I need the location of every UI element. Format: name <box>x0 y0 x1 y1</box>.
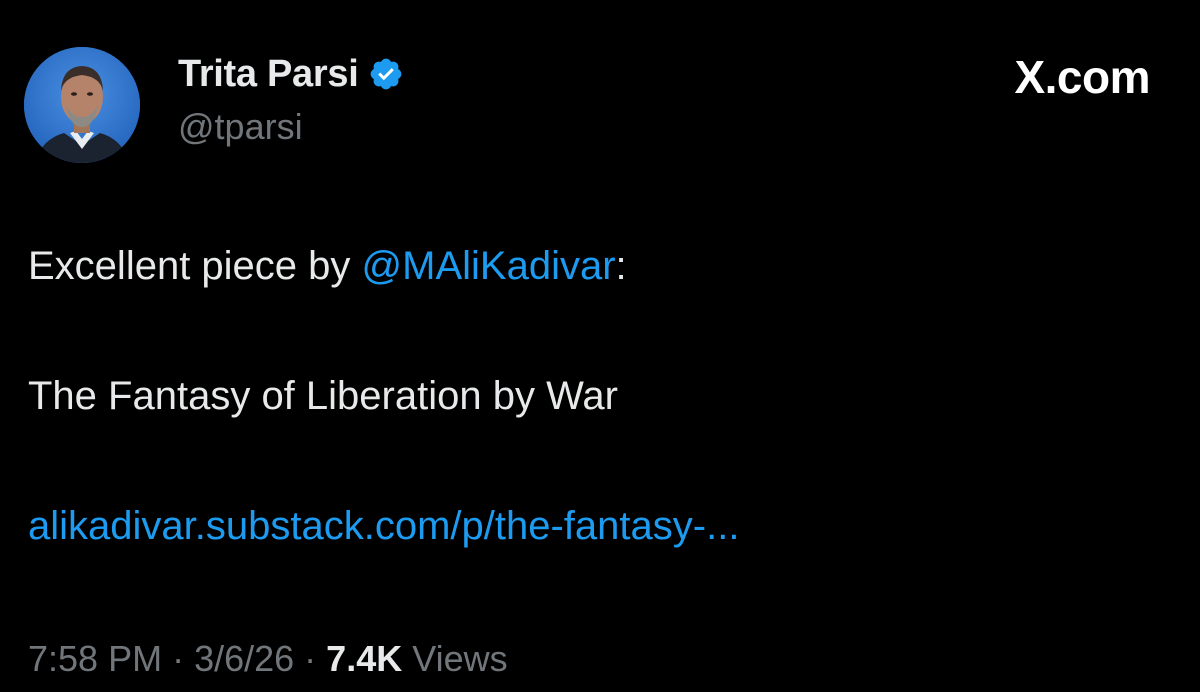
author-block: Trita Parsi @tparsi <box>178 52 404 148</box>
tweet-title-line: The Fantasy of Liberation by War <box>28 374 618 418</box>
tweet-card: Trita Parsi @tparsi X.com Excellent piec… <box>0 0 1200 692</box>
name-row: Trita Parsi <box>178 52 404 96</box>
tweet-text-prefix: Excellent piece by <box>28 244 362 288</box>
mention-link[interactable]: @MAliKadivar <box>362 244 616 288</box>
meta-separator: · <box>294 638 327 679</box>
views-count: 7.4K <box>326 638 403 679</box>
mention-suffix: : <box>615 244 627 288</box>
tweet-text-line: Excellent piece by @MAliKadivar: <box>28 244 627 289</box>
tweet-meta: 7:58 PM · 3/6/26 · 7.4K Views <box>28 638 508 680</box>
profile-photo-icon <box>24 47 140 163</box>
tweet-date[interactable]: 3/6/26 <box>194 638 294 679</box>
brand-logo: X.com <box>1014 51 1150 103</box>
views-label: Views <box>412 638 508 679</box>
handle[interactable]: @tparsi <box>178 106 404 148</box>
verified-badge-icon <box>368 56 404 92</box>
article-link[interactable]: alikadivar.substack.com/p/the-fantasy-..… <box>28 504 739 548</box>
display-name[interactable]: Trita Parsi <box>178 53 359 96</box>
avatar[interactable] <box>24 47 140 163</box>
tweet-link-line: alikadivar.substack.com/p/the-fantasy-..… <box>28 504 739 549</box>
tweet-time[interactable]: 7:58 PM <box>28 638 162 679</box>
meta-separator: · <box>162 638 195 679</box>
